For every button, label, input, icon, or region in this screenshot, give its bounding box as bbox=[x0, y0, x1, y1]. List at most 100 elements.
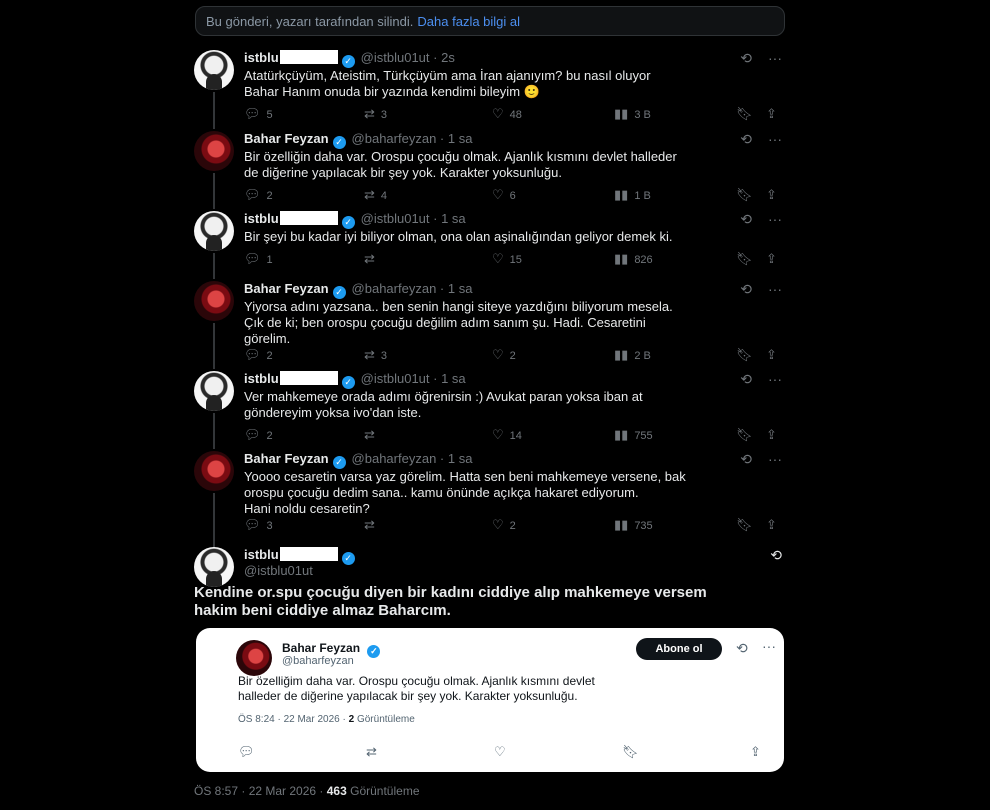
tweet-text: Yiyorsa adını yazsana.. ben senin hangi … bbox=[244, 299, 673, 346]
retweet-button[interactable]: ⇄ 4 bbox=[364, 187, 387, 203]
grok-icon[interactable]: ⟲ bbox=[770, 547, 782, 563]
tweet-top-actions: ⟲ ··· bbox=[724, 50, 782, 67]
avatar[interactable] bbox=[194, 281, 234, 321]
author-name[interactable]: istblu bbox=[244, 211, 279, 226]
author-name[interactable]: Bahar Feyzan bbox=[244, 451, 329, 466]
author-handle[interactable]: @baharfeyzan bbox=[352, 131, 437, 146]
retweet-button[interactable]: ⇄ bbox=[364, 517, 381, 533]
views-icon: ▮▮ bbox=[614, 106, 629, 121]
views-button[interactable]: ▮▮ 826 bbox=[614, 251, 653, 267]
author-handle[interactable]: @istblu01ut bbox=[361, 211, 430, 226]
author-handle[interactable]: @istblu01ut bbox=[361, 50, 430, 65]
grok-icon[interactable]: ⟲ bbox=[740, 451, 752, 467]
grok-icon[interactable]: ⟲ bbox=[740, 281, 752, 297]
quoted-author-handle[interactable]: @baharfeyzan bbox=[282, 655, 354, 667]
redaction-box bbox=[279, 211, 338, 225]
author-name[interactable]: istblu bbox=[244, 371, 279, 386]
verified-badge-icon: ✓ bbox=[341, 376, 355, 389]
grok-icon[interactable]: ⟲ bbox=[740, 211, 752, 227]
share-button[interactable]: ⇪ bbox=[766, 517, 783, 533]
bookmark-icon[interactable]: 🔖︎ bbox=[622, 744, 639, 760]
timestamp[interactable]: 1 sa bbox=[448, 451, 473, 466]
views-button[interactable]: ▮▮ 3 B bbox=[614, 106, 651, 122]
author-name[interactable]: Bahar Feyzan bbox=[244, 281, 329, 296]
share-icon[interactable]: ⇪ bbox=[750, 744, 761, 760]
avatar[interactable] bbox=[194, 50, 234, 90]
like-icon: ♡ bbox=[492, 187, 504, 202]
bookmark-button[interactable]: 🔖︎ bbox=[736, 427, 759, 443]
author-handle[interactable]: @baharfeyzan bbox=[352, 281, 437, 296]
grok-icon[interactable]: ⟲ bbox=[740, 371, 752, 387]
reply-button[interactable]: 💬︎ 3 bbox=[244, 517, 273, 533]
like-button[interactable]: ♡ 2 bbox=[492, 517, 516, 533]
timestamp[interactable]: 1 sa bbox=[441, 371, 466, 386]
author-name[interactable]: Bahar Feyzan bbox=[244, 131, 329, 146]
quoted-avatar[interactable] bbox=[236, 640, 272, 676]
share-button[interactable]: ⇪ bbox=[766, 187, 783, 203]
share-button[interactable]: ⇪ bbox=[766, 347, 783, 363]
tweet-actions: 💬︎ 2 ⇄ 4 ♡ 6 ▮▮ 1 B 🔖︎ ⇪ bbox=[244, 187, 790, 203]
thread-line bbox=[213, 413, 215, 449]
like-button[interactable]: ♡ 14 bbox=[492, 427, 522, 443]
bookmark-button[interactable]: 🔖︎ bbox=[736, 251, 759, 267]
views-button[interactable]: ▮▮ 2 B bbox=[614, 347, 651, 363]
retweet-button[interactable]: ⇄ 3 bbox=[364, 106, 387, 122]
more-icon[interactable]: ··· bbox=[762, 638, 776, 654]
like-icon[interactable]: ♡ bbox=[494, 744, 506, 760]
views-button[interactable]: ▮▮ 1 B bbox=[614, 187, 651, 203]
more-icon[interactable]: ··· bbox=[768, 50, 782, 66]
retweet-button[interactable]: ⇄ 3 bbox=[364, 347, 387, 363]
like-button[interactable]: ♡ 6 bbox=[492, 187, 516, 203]
author-handle[interactable]: @istblu01ut bbox=[244, 563, 313, 578]
reply-button[interactable]: 💬︎ 5 bbox=[244, 106, 273, 122]
bookmark-button[interactable]: 🔖︎ bbox=[736, 187, 759, 203]
views-button[interactable]: ▮▮ 755 bbox=[614, 427, 653, 443]
timestamp[interactable]: 1 sa bbox=[441, 211, 466, 226]
more-icon[interactable]: ··· bbox=[768, 211, 782, 227]
more-icon[interactable]: ··· bbox=[768, 371, 782, 387]
author-name[interactable]: istblu bbox=[244, 50, 279, 65]
like-button[interactable]: ♡ 2 bbox=[492, 347, 516, 363]
avatar[interactable] bbox=[194, 371, 234, 411]
reply-icon[interactable]: 💬︎ bbox=[238, 744, 255, 760]
reply-button[interactable]: 💬︎ 1 bbox=[244, 251, 273, 267]
grok-icon[interactable]: ⟲ bbox=[740, 131, 752, 147]
learn-more-link[interactable]: Daha fazla bilgi al bbox=[417, 14, 520, 29]
more-icon[interactable]: ··· bbox=[768, 281, 782, 297]
like-button[interactable]: ♡ 48 bbox=[492, 106, 522, 122]
retweet-button[interactable]: ⇄ bbox=[364, 427, 381, 443]
quoted-tweet-card[interactable]: Bahar Feyzan ✓ @baharfeyzan Abone ol ⟲ ·… bbox=[196, 628, 784, 772]
avatar[interactable] bbox=[194, 211, 234, 251]
reply-button[interactable]: 💬︎ 2 bbox=[244, 187, 273, 203]
thread-column: Bu gönderi, yazarı tarafından silindi. Da… bbox=[190, 0, 790, 810]
reply-button[interactable]: 💬︎ 2 bbox=[244, 347, 273, 363]
retweet-button[interactable]: ⇄ bbox=[364, 251, 381, 267]
grok-icon[interactable]: ⟲ bbox=[740, 50, 752, 66]
share-button[interactable]: ⇪ bbox=[766, 106, 783, 122]
timestamp[interactable]: 1 sa bbox=[448, 281, 473, 296]
timestamp[interactable]: 2s bbox=[441, 50, 455, 65]
share-button[interactable]: ⇪ bbox=[766, 427, 783, 443]
tweet-text: Bir şeyi bu kadar iyi biliyor olman, ona… bbox=[244, 229, 673, 244]
share-button[interactable]: ⇪ bbox=[766, 251, 783, 267]
reply-button[interactable]: 💬︎ 2 bbox=[244, 427, 273, 443]
bookmark-button[interactable]: 🔖︎ bbox=[736, 106, 759, 122]
bookmark-button[interactable]: 🔖︎ bbox=[736, 347, 759, 363]
more-icon[interactable]: ··· bbox=[768, 131, 782, 147]
retweet-icon[interactable]: ⇄ bbox=[366, 744, 377, 760]
like-button[interactable]: ♡ 15 bbox=[492, 251, 522, 267]
views-button[interactable]: ▮▮ 735 bbox=[614, 517, 653, 533]
avatar[interactable] bbox=[194, 131, 234, 171]
grok-icon[interactable]: ⟲ bbox=[736, 640, 748, 657]
bookmark-icon: 🔖︎ bbox=[736, 106, 753, 121]
author-handle[interactable]: @baharfeyzan bbox=[352, 451, 437, 466]
avatar[interactable] bbox=[194, 547, 234, 587]
subscribe-button[interactable]: Abone ol bbox=[636, 638, 722, 660]
avatar[interactable] bbox=[194, 451, 234, 491]
author-handle[interactable]: @istblu01ut bbox=[361, 371, 430, 386]
timestamp[interactable]: 1 sa bbox=[448, 131, 473, 146]
bookmark-button[interactable]: 🔖︎ bbox=[736, 517, 759, 533]
more-icon[interactable]: ··· bbox=[768, 451, 782, 467]
tweet-top-actions: ⟲ ··· bbox=[724, 451, 782, 468]
author-name[interactable]: istblu bbox=[244, 547, 279, 562]
